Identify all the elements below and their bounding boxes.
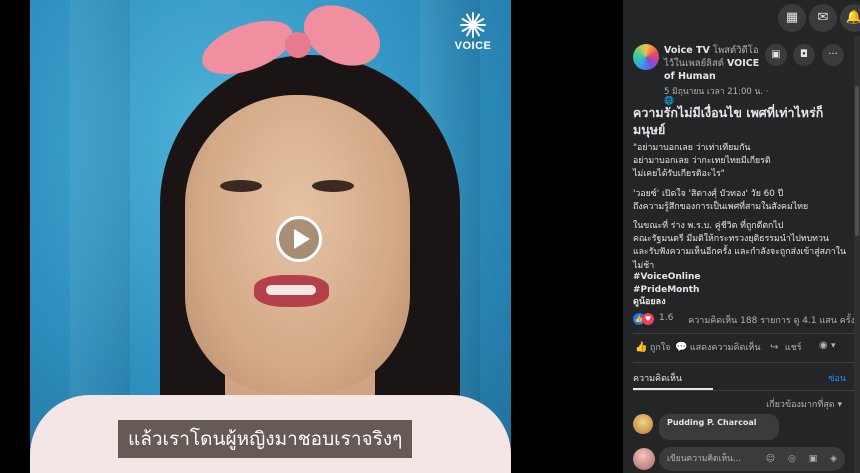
top-bar: ▦ ✉ 🔔 [623, 0, 860, 36]
person-eye-right [312, 180, 354, 192]
hashtag-link[interactable]: #PrideMonth [633, 284, 700, 297]
commenter-name[interactable]: Pudding P. Charcoal [667, 418, 756, 427]
hide-comments-button[interactable]: ซ่อน [828, 371, 846, 385]
author-name[interactable]: Voice TV [664, 45, 710, 56]
post-paragraph: 'วอยซ์' เปิดใจ 'สิตางศุ์ บัวทอง' วัย 60 … [633, 188, 809, 212]
share-icon: ↪ [770, 342, 779, 353]
post-paragraph: ในขณะที่ ร่าง พ.ร.บ. คู่ชีวิต ที่ถูกตีตก… [633, 221, 846, 271]
post-title: ความรักไม่มีเงื่อนไข เพศที่เท่าไหร่ก็มนุ… [633, 105, 824, 137]
voice-logo: VOICE [451, 12, 495, 52]
composer-icons[interactable]: ☺ ◎ ▣ ◈ [766, 454, 842, 464]
video-pane[interactable]: VOICE แล้วเราโดนผู้หญิงมาชอบเราจริงๆ [0, 0, 623, 473]
person-teeth [266, 285, 316, 295]
messenger-icon[interactable]: ✉ [809, 4, 837, 32]
hashtag-link[interactable]: #VoiceOnline [633, 271, 700, 284]
post-actions: 👍 ถูกใจ 💬 แสดงความคิดเห็น ↪ แชร์ ◉ ▾ [633, 340, 855, 356]
love-reaction-icon: ♥ [642, 313, 654, 325]
post-author-line: Voice TV โพสต์วิดีโอไว้ในเพลย์ลิสต์ VOIC… [664, 44, 764, 83]
tab-comments[interactable]: ความคิดเห็น [633, 371, 682, 385]
person-eye-left [220, 180, 262, 192]
scrollbar-thumb[interactable] [855, 86, 859, 236]
commenter-avatar[interactable] [633, 414, 653, 434]
scrollbar[interactable] [854, 36, 860, 473]
bookmark-icon[interactable]: ◘ [793, 44, 815, 66]
comment-icon: 💬 [675, 342, 688, 353]
voice-logo-text: VOICE [454, 40, 492, 52]
share-button[interactable]: ↪ แชร์ [770, 340, 802, 354]
facebook-video-viewer: VOICE แล้วเราโดนผู้หญิงมาชอบเราจริงๆ ▦ ✉… [0, 0, 860, 473]
post-paragraph: "อย่ามาบอกเลย ว่าเท่าเทียมกัน อย่ามาบอกเ… [633, 143, 771, 180]
divider [633, 333, 855, 334]
comment-button[interactable]: 💬 แสดงความคิดเห็น [675, 340, 761, 354]
comment-label: แสดงความคิดเห็น [689, 343, 761, 353]
comment-bubble: Pudding P. Charcoal [659, 414, 779, 440]
user-avatar[interactable] [633, 448, 655, 470]
reaction-count[interactable]: 1.6 [659, 313, 673, 323]
comment-sort-dropdown[interactable]: เกี่ยวข้องมากที่สุด ▾ [766, 397, 842, 411]
menu-grid-icon[interactable]: ▦ [778, 4, 806, 32]
divider [633, 390, 855, 391]
more-options-icon[interactable]: ··· [822, 44, 844, 66]
post-body: "อย่ามาบอกเลย ว่าเท่าเทียมกัน อย่ามาบอกเ… [633, 142, 855, 279]
voice-logo-icon [460, 12, 486, 38]
page-avatar[interactable] [633, 44, 659, 70]
reaction-audience-selector[interactable]: ◉ ▾ [819, 340, 836, 351]
hashtag-list: #VoiceOnline #PrideMonth ดูน้อยลง [633, 271, 700, 309]
post-timestamp[interactable]: 5 มิถุนายน เวลา 21:00 น. · [664, 84, 784, 98]
play-icon [294, 229, 310, 249]
post-side-panel: ▦ ✉ 🔔 Voice TV โพสต์วิดีโอไว้ในเพลย์ลิสต… [623, 0, 860, 473]
notifications-icon[interactable]: 🔔 [840, 4, 860, 32]
audience-avatar-icon: ◉ [819, 340, 828, 351]
play-button[interactable] [276, 216, 322, 262]
reaction-stats: 👍 ♥ 1.6 ความคิดเห็น 188 รายการ ดู 4.1 แส… [633, 313, 855, 327]
comment-view-counts[interactable]: ความคิดเห็น 188 รายการ ดู 4.1 แสน ครั้ง [688, 313, 855, 327]
video-subtitle: แล้วเราโดนผู้หญิงมาชอบเราจริงๆ [118, 420, 413, 458]
video-frame[interactable]: VOICE [30, 0, 511, 473]
like-label: ถูกใจ [649, 343, 671, 353]
divider [633, 362, 855, 363]
thumbs-up-icon: 👍 [635, 342, 648, 353]
hair-bow-knot [285, 32, 311, 58]
share-label: แชร์ [784, 343, 802, 353]
like-button[interactable]: 👍 ถูกใจ [635, 340, 670, 354]
save-icon[interactable]: ▣ [765, 44, 787, 66]
see-less-link[interactable]: ดูน้อยลง [633, 296, 700, 309]
comment-composer: ☺ ◎ ▣ ◈ [623, 444, 860, 473]
